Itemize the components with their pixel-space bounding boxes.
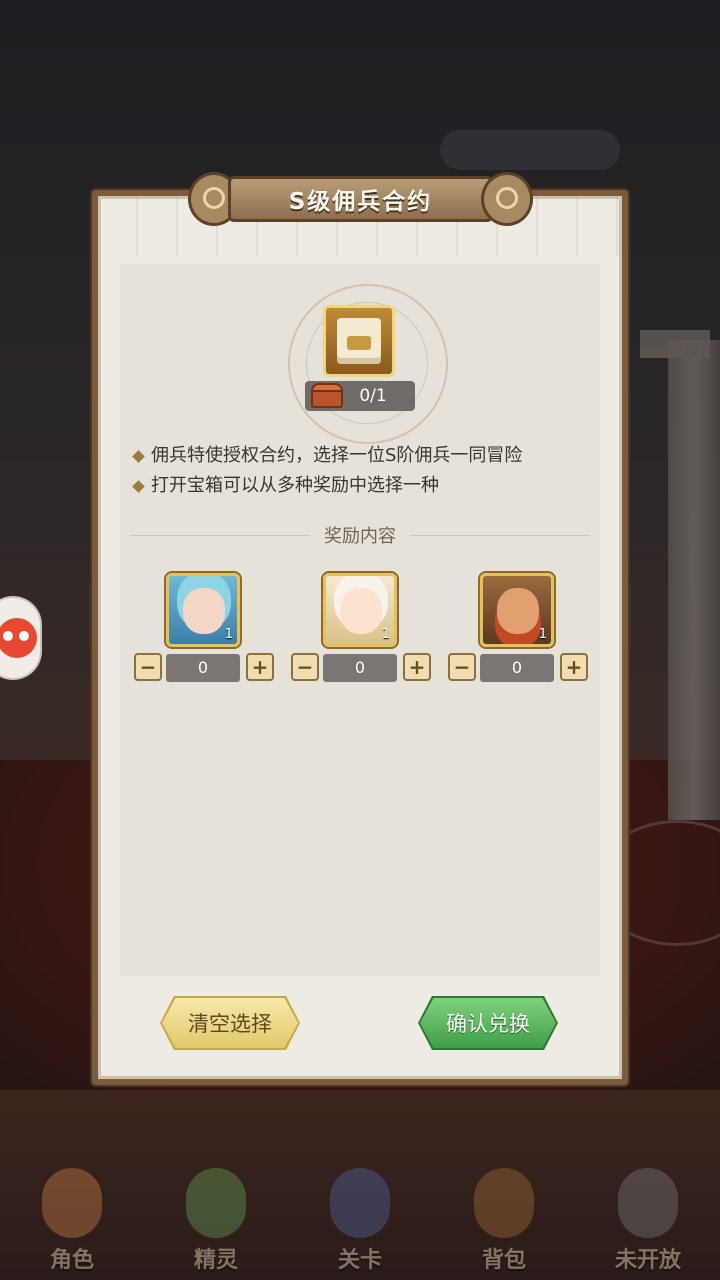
- title-bar: S级佣兵合约: [228, 176, 493, 222]
- diamond-bullet-icon: [132, 479, 145, 493]
- background-ruin-pillar: [668, 340, 720, 820]
- quantity-stepper: − 0 +: [448, 653, 588, 683]
- nav-label: 精灵: [193, 1248, 238, 1273]
- side-mascot-button[interactable]: [0, 598, 40, 678]
- reward-option: 1 − 0 +: [448, 573, 608, 685]
- nav-item-character[interactable]: 角色: [17, 1160, 127, 1280]
- backpack-icon: [474, 1168, 534, 1238]
- description-line: 打开宝箱可以从多种奖励中选择一种: [130, 471, 600, 501]
- minus-button[interactable]: −: [448, 653, 476, 681]
- nav-item-spirit[interactable]: 精灵: [161, 1160, 271, 1280]
- hero-portrait-icon[interactable]: 1: [166, 573, 240, 647]
- confirm-exchange-button[interactable]: 确认兑换: [420, 998, 556, 1048]
- reward-title: 奖励内容: [324, 526, 396, 547]
- selected-count: 0: [323, 654, 397, 682]
- description-text: 打开宝箱可以从多种奖励中选择一种: [151, 475, 439, 496]
- background-ruin-pillar-cap: [640, 330, 710, 358]
- treasure-chest-icon: [309, 380, 345, 410]
- plus-button[interactable]: +: [560, 653, 588, 681]
- minus-button[interactable]: −: [134, 653, 162, 681]
- quantity-badge: 1: [381, 627, 390, 642]
- hero-portrait-icon[interactable]: 1: [323, 573, 397, 647]
- bottom-nav: 角色 精灵 关卡 背包 未开放: [0, 1150, 720, 1280]
- hero-portrait-icon[interactable]: 1: [480, 573, 554, 647]
- contract-item[interactable]: [323, 305, 395, 377]
- selected-count: 0: [166, 654, 240, 682]
- reward-option: 1 − 0 +: [291, 573, 451, 685]
- title-ornament-right-icon: [481, 172, 533, 226]
- description-text: 佣兵特使授权合约，选择一位S阶佣兵一同冒险: [151, 445, 523, 466]
- divider: [130, 534, 310, 536]
- quantity-badge: 1: [224, 627, 233, 642]
- nav-item-stage[interactable]: 关卡: [305, 1160, 415, 1280]
- description: 佣兵特使授权合约，选择一位S阶佣兵一同冒险 打开宝箱可以从多种奖励中选择一种: [130, 441, 600, 501]
- reward-option: 1 − 0 +: [134, 573, 294, 685]
- nav-label: 未开放: [614, 1248, 681, 1273]
- reward-header: 奖励内容: [130, 520, 590, 550]
- quantity-stepper: − 0 +: [134, 653, 274, 683]
- mascot-face-icon: [0, 618, 37, 658]
- diamond-bullet-icon: [132, 449, 145, 463]
- minus-button[interactable]: −: [291, 653, 319, 681]
- dialog-title: S级佣兵合约: [288, 189, 433, 215]
- nav-item-backpack[interactable]: 背包: [449, 1160, 559, 1280]
- nav-label: 角色: [49, 1248, 94, 1273]
- nav-label: 背包: [481, 1248, 526, 1273]
- divider: [410, 534, 590, 536]
- item-count: 0/1: [359, 386, 387, 406]
- clear-selection-button[interactable]: 清空选择: [162, 998, 298, 1048]
- selected-count: 0: [480, 654, 554, 682]
- background-cloud: [440, 130, 620, 170]
- quantity-badge: 1: [538, 627, 547, 642]
- quantity-stepper: − 0 +: [291, 653, 431, 683]
- plus-button[interactable]: +: [403, 653, 431, 681]
- title-banner: S级佣兵合约: [188, 172, 533, 226]
- nav-item-locked[interactable]: 未开放: [593, 1160, 703, 1280]
- crossed-swords-icon: [330, 1168, 390, 1238]
- character-icon: [42, 1168, 102, 1238]
- locked-question-icon: [618, 1168, 678, 1238]
- contract-scroll-icon: [337, 318, 381, 364]
- plus-button[interactable]: +: [246, 653, 274, 681]
- spirit-icon: [186, 1168, 246, 1238]
- description-line: 佣兵特使授权合约，选择一位S阶佣兵一同冒险: [130, 441, 600, 471]
- nav-label: 关卡: [337, 1248, 382, 1273]
